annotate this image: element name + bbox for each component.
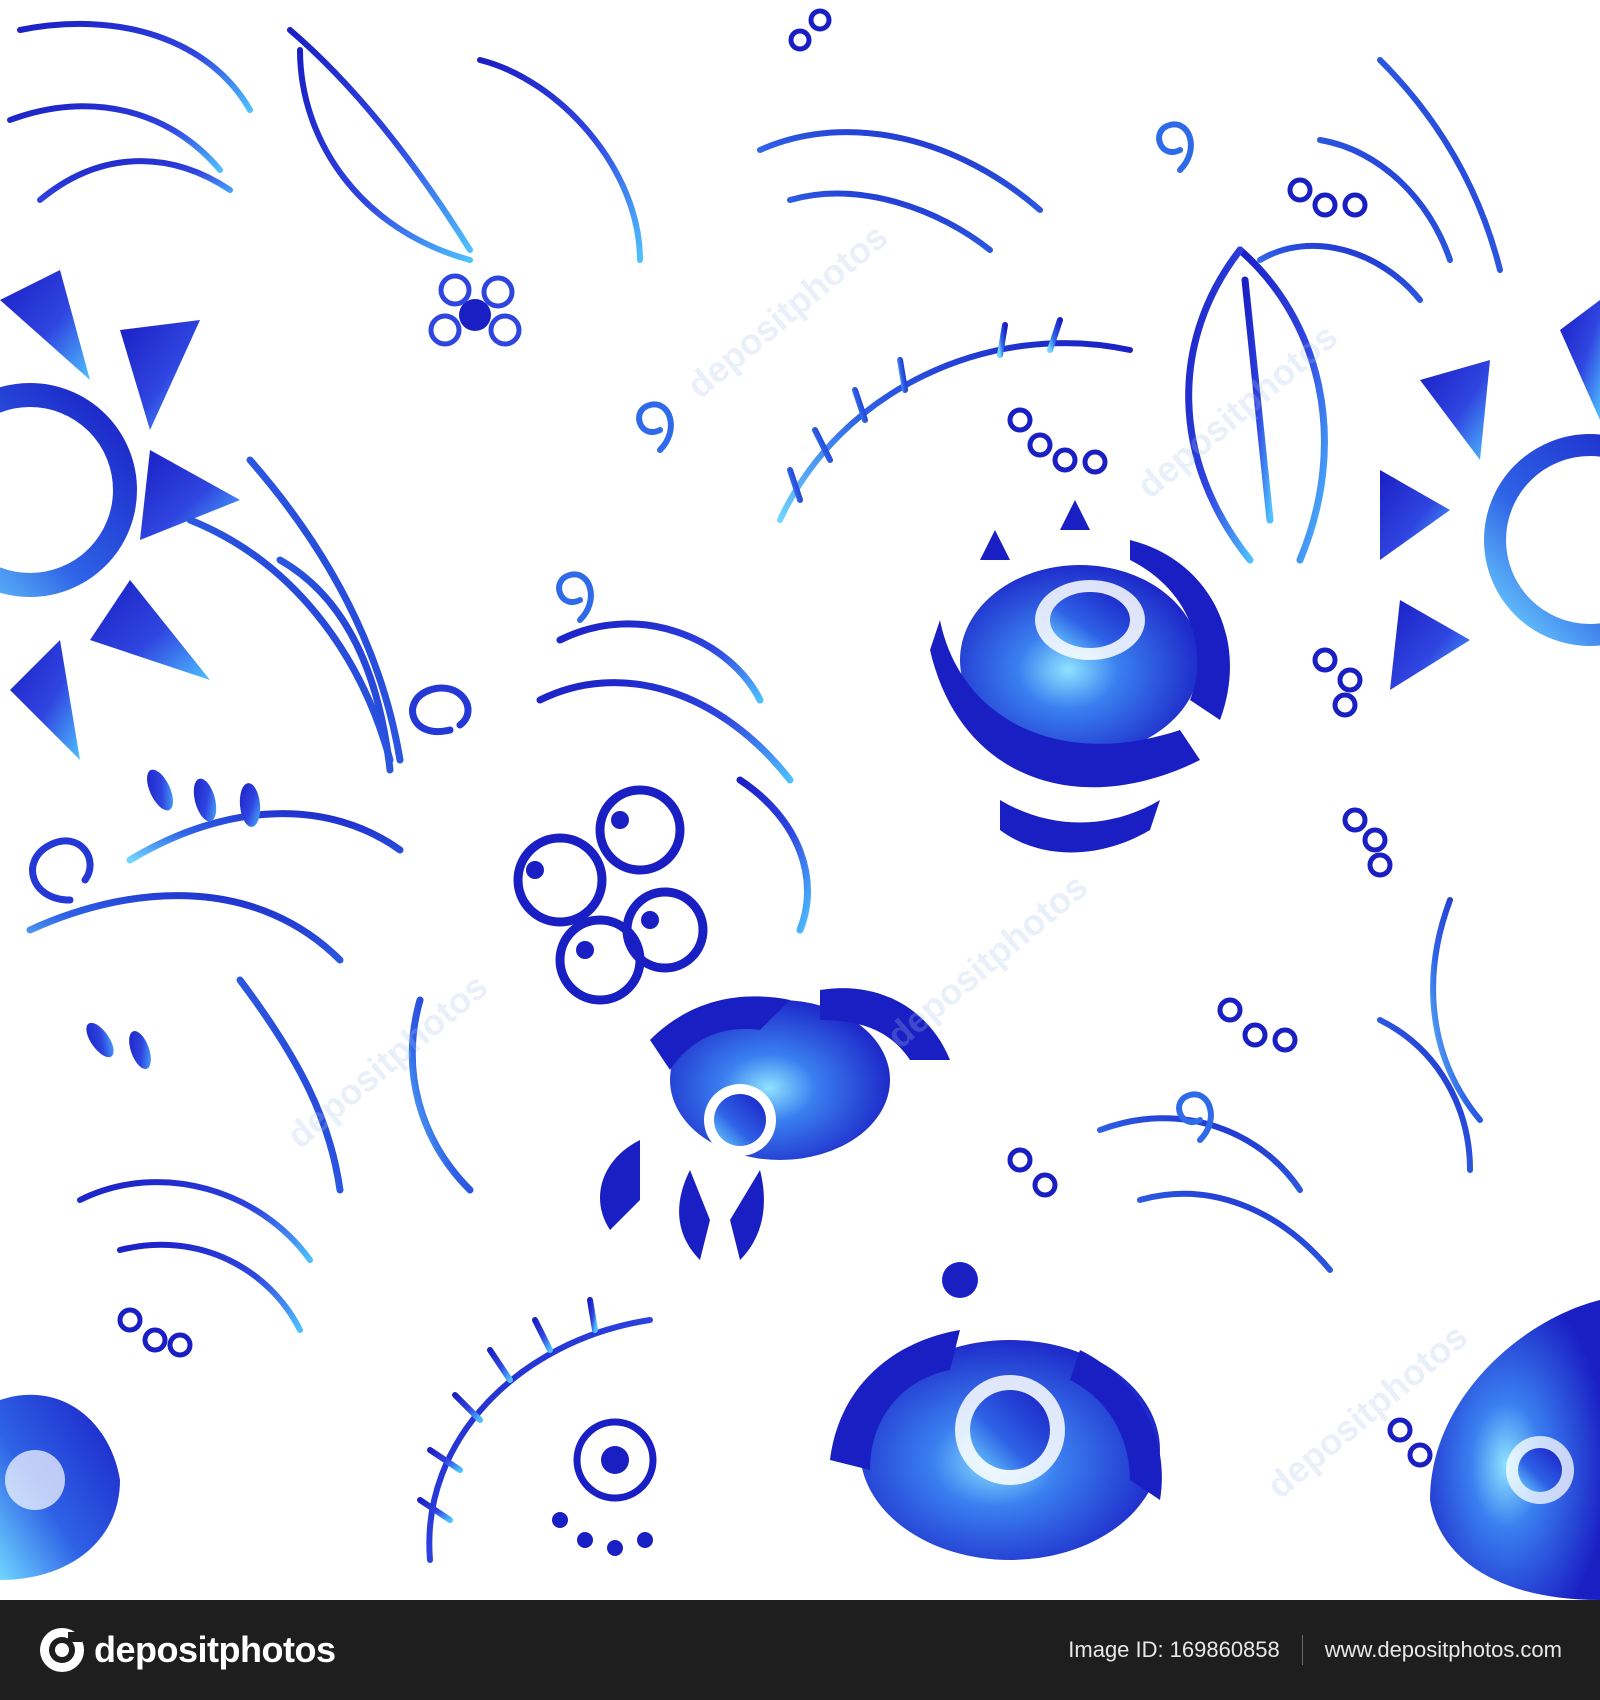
sunflower-left xyxy=(0,270,240,760)
depositphotos-logo[interactable]: depositphotos xyxy=(38,1626,336,1674)
site-url-link[interactable]: www.depositphotos.com xyxy=(1325,1637,1562,1663)
sunflower-right xyxy=(1380,300,1600,690)
camera-logo-icon xyxy=(40,1628,84,1672)
berry-dots xyxy=(117,8,1433,1468)
rose-large-center xyxy=(930,500,1230,853)
image-id-value: 169860858 xyxy=(1169,1637,1280,1662)
watermark-text: depositphotos xyxy=(279,965,495,1156)
berry-cluster-center xyxy=(513,785,708,1005)
image-id-label: Image ID: xyxy=(1068,1637,1164,1662)
brand-name: depositphotos xyxy=(94,1629,336,1670)
leaf-sprig-bottom-right xyxy=(1097,897,1483,1273)
flower-bottom-left xyxy=(0,1394,120,1580)
rosette-bottom-left xyxy=(552,1418,657,1556)
watermarks: depositphotos depositphotos depositphoto… xyxy=(279,215,1475,1506)
rose-bottom-right xyxy=(830,1262,1162,1560)
image-meta: Image ID: 169860858 www.depositphotos.co… xyxy=(1068,1600,1562,1700)
stock-footer-bar: depositphotos Image ID: 169860858 www.de… xyxy=(0,1600,1600,1700)
teardrops-left xyxy=(86,769,261,1070)
leaf-cluster-top-left xyxy=(7,21,643,263)
watermark-text: depositphotos xyxy=(679,215,895,406)
leaf-sprig-center xyxy=(536,620,811,934)
fern-arc-center xyxy=(777,317,1133,523)
fern-bottom-left xyxy=(77,1179,653,1563)
floral-pattern-artwork: depositphotos depositphotos depositphoto… xyxy=(0,8,1600,1600)
divider xyxy=(1301,1635,1303,1665)
small-flower-top xyxy=(428,273,522,347)
watermark-text: depositphotos xyxy=(1129,315,1345,506)
watermark-text: depositphotos xyxy=(879,865,1095,1056)
